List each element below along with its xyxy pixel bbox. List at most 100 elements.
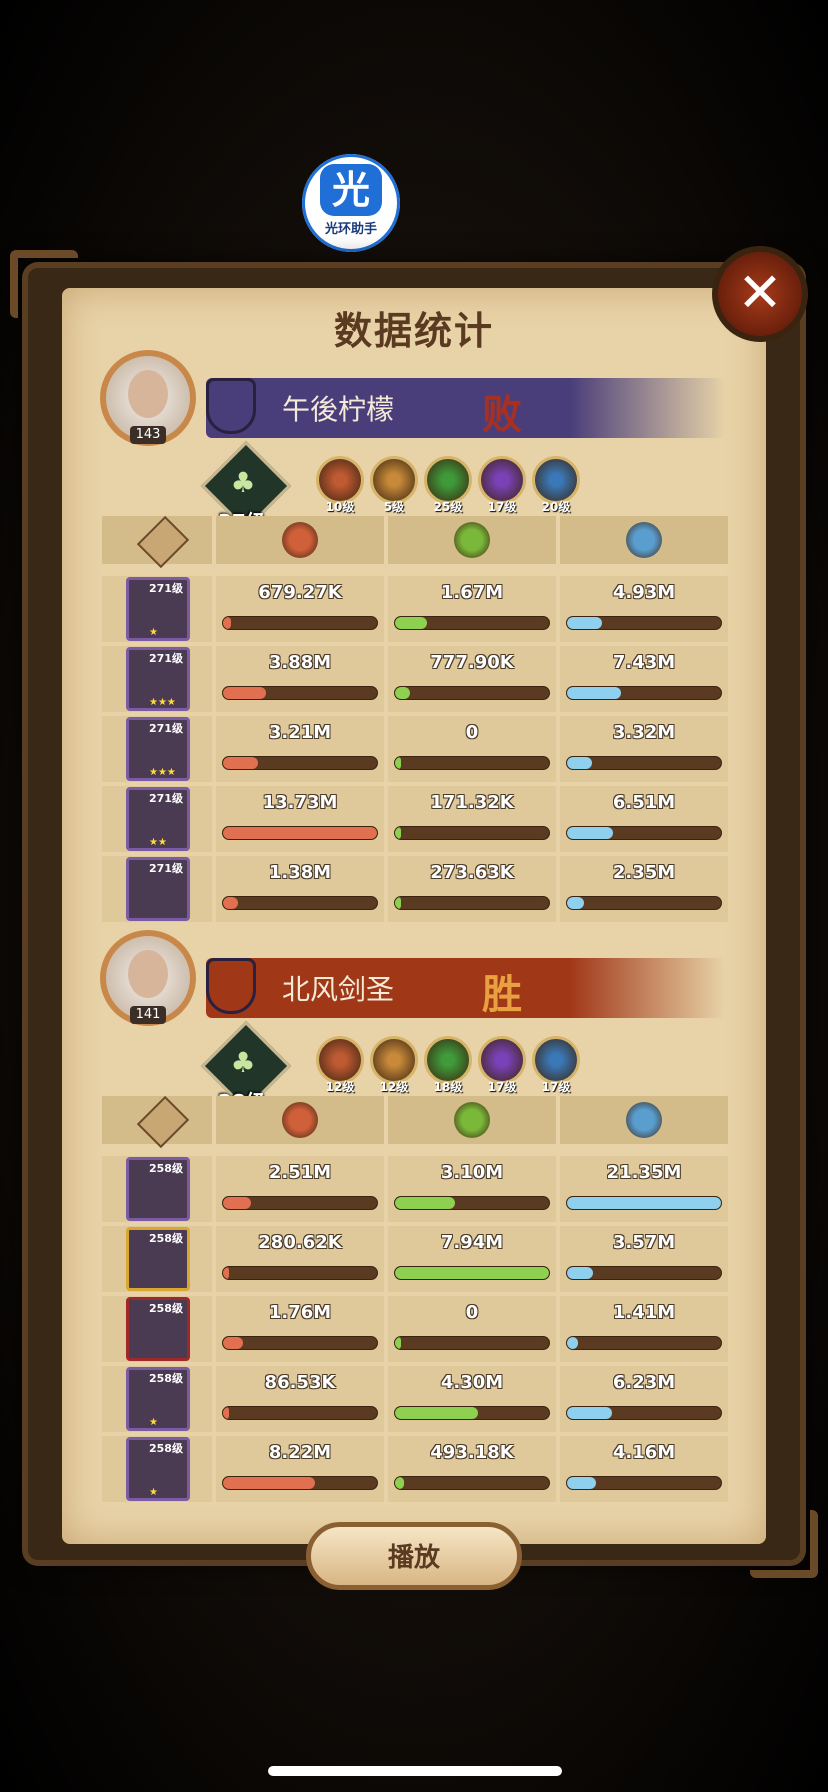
tank-bar xyxy=(566,686,722,700)
damage-bar xyxy=(222,686,378,700)
hero-portrait[interactable]: 258级 ★ xyxy=(126,1367,190,1431)
heal-bar-fill xyxy=(395,617,428,629)
heal-bar xyxy=(394,1196,550,1210)
tank-value: 4.16M xyxy=(612,1442,676,1463)
faction-buff-level: 12级 xyxy=(379,1080,409,1094)
player-avatar[interactable]: 143 xyxy=(100,350,196,446)
tank-bar-fill xyxy=(567,1267,594,1279)
damage-icon xyxy=(282,522,318,558)
hero-stars: ★ xyxy=(149,627,158,638)
damage-value: 3.21M xyxy=(268,722,332,743)
hero-stars: ★★★ xyxy=(149,767,176,778)
hero-stars: ★ xyxy=(149,1417,158,1428)
damage-bar-fill xyxy=(223,827,377,839)
player-banner: 午後柠檬 败 xyxy=(206,378,726,438)
hero-portrait[interactable]: 271级 ★★ xyxy=(126,787,190,851)
tank-bar xyxy=(566,1406,722,1420)
heal-icon xyxy=(454,1102,490,1138)
heal-bar-fill xyxy=(395,1407,479,1419)
heal-bar-fill xyxy=(395,1337,402,1349)
home-indicator xyxy=(268,1766,562,1776)
heal-bar-fill xyxy=(395,757,402,769)
damage-icon xyxy=(282,1102,318,1138)
tank-bar xyxy=(566,1476,722,1490)
heal-bar xyxy=(394,1476,550,1490)
faction-buff-icon xyxy=(478,456,526,504)
faction-buff-icon xyxy=(478,1036,526,1084)
hero-portrait[interactable]: 271级 ★★★ xyxy=(126,647,190,711)
heal-bar xyxy=(394,1406,550,1420)
tank-bar-fill xyxy=(567,1407,612,1419)
hero-portrait[interactable]: 258级 xyxy=(126,1297,190,1361)
damage-bar-fill xyxy=(223,687,267,699)
faction-buff-icon xyxy=(316,1036,364,1084)
logo-mark: 光 xyxy=(320,164,382,216)
tank-value: 4.93M xyxy=(612,582,676,603)
hero-level: 258级 xyxy=(149,1232,183,1245)
hero-portrait[interactable]: 271级 ★★★ xyxy=(126,717,190,781)
tank-bar xyxy=(566,1336,722,1350)
avatar-face xyxy=(128,950,168,998)
heal-bar-fill xyxy=(395,1197,456,1209)
hero-level: 258级 xyxy=(149,1302,183,1315)
damage-value: 1.76M xyxy=(268,1302,332,1323)
heal-value: 171.32K xyxy=(430,792,514,813)
damage-value: 1.38M xyxy=(268,862,332,883)
faction-buff-level: 17级 xyxy=(487,500,517,514)
damage-bar-fill xyxy=(223,1337,244,1349)
damage-bar xyxy=(222,1196,378,1210)
heal-bar-fill xyxy=(395,1267,549,1279)
faction-buff-level: 5级 xyxy=(383,500,405,514)
hero-portrait[interactable]: 271级 ★ xyxy=(126,577,190,641)
tank-icon xyxy=(626,1102,662,1138)
faction-buff-level: 20级 xyxy=(541,500,571,514)
heal-icon xyxy=(454,522,490,558)
close-button[interactable]: ✕ xyxy=(712,246,808,342)
avatar-face xyxy=(128,370,168,418)
heal-value: 777.90K xyxy=(430,652,514,673)
player-avatar[interactable]: 141 xyxy=(100,930,196,1026)
heal-bar xyxy=(394,1266,550,1280)
faction-buff-icon xyxy=(370,456,418,504)
heal-value: 0 xyxy=(465,1302,479,1323)
tank-bar xyxy=(566,826,722,840)
page-title: 数据统计 xyxy=(333,309,494,353)
damage-bar-fill xyxy=(223,617,231,629)
damage-bar xyxy=(222,1406,378,1420)
heal-value: 7.94M xyxy=(440,1232,504,1253)
team-shield-icon xyxy=(206,378,256,434)
hero-portrait[interactable]: 258级 ★ xyxy=(126,1437,190,1501)
player-level-badge: 141 xyxy=(130,1006,166,1024)
damage-bar xyxy=(222,616,378,630)
tank-value: 7.43M xyxy=(612,652,676,673)
hero-level: 258级 xyxy=(149,1162,183,1175)
faction-buff-icon xyxy=(424,1036,472,1084)
damage-bar-fill xyxy=(223,897,239,909)
tank-icon xyxy=(626,522,662,558)
hero-portrait[interactable]: 258级 xyxy=(126,1157,190,1221)
tank-value: 3.32M xyxy=(612,722,676,743)
heal-bar xyxy=(394,616,550,630)
tank-bar-fill xyxy=(567,757,592,769)
tank-bar xyxy=(566,1196,722,1210)
app-logo[interactable]: 光 光环助手 xyxy=(302,154,400,252)
player-banner: 北风剑圣 胜 xyxy=(206,958,726,1018)
hero-level: 271级 xyxy=(149,582,183,595)
damage-value: 13.73M xyxy=(262,792,338,813)
hero-portrait[interactable]: 258级 xyxy=(126,1227,190,1291)
damage-bar xyxy=(222,896,378,910)
match-result: 败 xyxy=(482,392,522,438)
damage-value: 280.62K xyxy=(258,1232,342,1253)
hero-stars: ★ xyxy=(149,1487,158,1498)
heal-bar xyxy=(394,686,550,700)
faction-buff-level: 10级 xyxy=(325,500,355,514)
team-shield-icon xyxy=(206,958,256,1014)
tank-value: 6.23M xyxy=(612,1372,676,1393)
match-result: 胜 xyxy=(482,972,522,1018)
heal-value: 4.30M xyxy=(440,1372,504,1393)
faction-buff-level: 18级 xyxy=(433,1080,463,1094)
hero-portrait[interactable]: 271级 xyxy=(126,857,190,921)
play-button[interactable]: 播放 xyxy=(306,1522,522,1590)
hero-stars: ★★★ xyxy=(149,697,176,708)
damage-value: 2.51M xyxy=(268,1162,332,1183)
